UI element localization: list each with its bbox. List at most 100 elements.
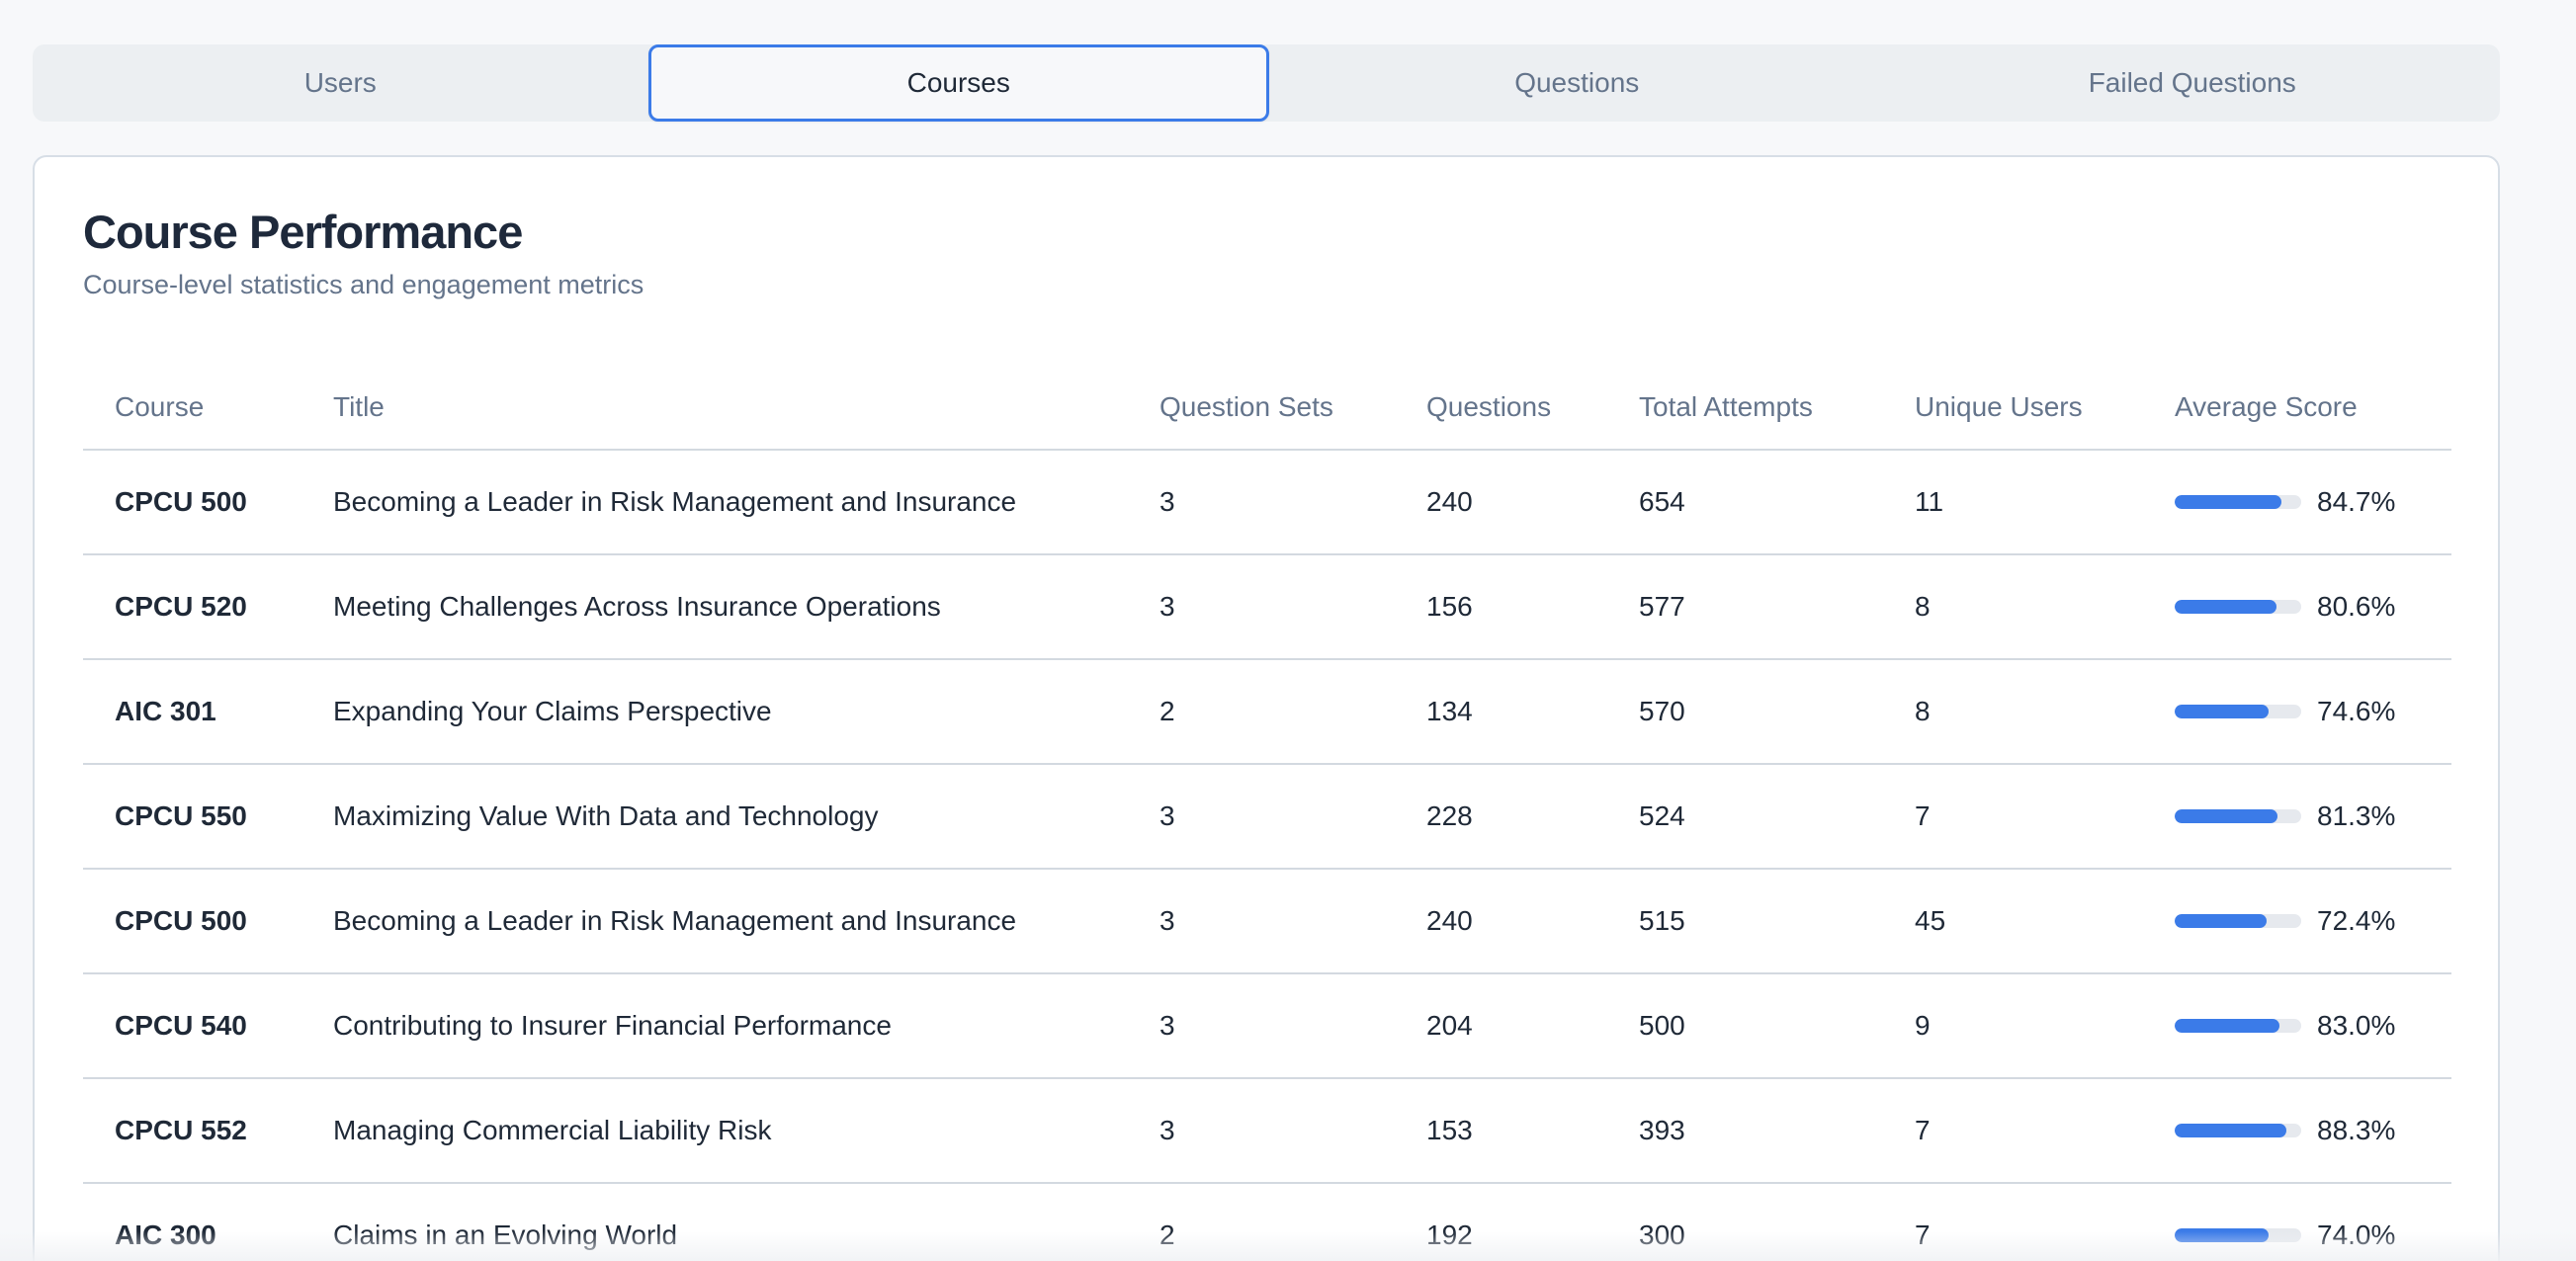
score-progress-fill [2175,495,2282,509]
column-header-course[interactable]: Course [83,366,301,451]
total-attempts-count: 300 [1607,1183,1883,1261]
table-row[interactable]: CPCU 500 Becoming a Leader in Risk Manage… [83,450,2451,555]
analytics-page: Users Courses Questions Failed Questions… [0,0,2576,1261]
score-wrap: 74.6% [2175,696,2451,727]
questions-count: 134 [1395,659,1607,765]
question-sets-count: 3 [1128,764,1395,870]
card-subtitle: Course-level statistics and engagement m… [83,270,644,299]
score-wrap: 80.6% [2175,591,2451,623]
average-score-cell: 88.3% [2143,1078,2451,1184]
table-header-row: Course Title Question Sets Questions Tot… [83,366,2451,451]
table-row[interactable]: CPCU 500 Becoming a Leader in Risk Manage… [83,869,2451,974]
column-header-questions[interactable]: Questions [1395,366,1607,451]
course-code: CPCU 540 [83,973,301,1079]
average-score-value: 74.0% [2317,1219,2396,1250]
score-wrap: 83.0% [2175,1010,2451,1042]
course-code: CPCU 550 [83,764,301,870]
average-score-cell: 81.3% [2143,764,2451,870]
total-attempts-count: 515 [1607,869,1883,974]
score-progress-bar [2175,809,2301,823]
question-sets-count: 3 [1128,450,1395,555]
average-score-value: 84.7% [2317,486,2396,517]
score-progress-fill [2175,809,2278,823]
tab-courses[interactable]: Courses [647,44,1269,122]
score-progress-fill [2175,1124,2287,1137]
score-progress-bar [2175,1124,2301,1137]
average-score-cell: 72.4% [2143,869,2451,974]
question-sets-count: 2 [1128,659,1395,765]
average-score-value: 81.3% [2317,800,2396,831]
question-sets-count: 3 [1128,1078,1395,1184]
course-code: AIC 300 [83,1183,301,1261]
column-header-average-score[interactable]: Average Score [2143,366,2451,451]
average-score-value: 72.4% [2317,905,2396,936]
questions-count: 204 [1395,973,1607,1079]
score-progress-bar [2175,1019,2301,1033]
question-sets-count: 3 [1128,869,1395,974]
unique-users-count: 7 [1883,1183,2143,1261]
score-progress-bar [2175,914,2301,928]
table-row[interactable]: CPCU 550 Maximizing Value With Data and T… [83,764,2451,870]
course-title: Maximizing Value With Data and Technolog… [301,764,1128,870]
course-code: CPCU 520 [83,554,301,660]
score-wrap: 74.0% [2175,1219,2451,1251]
tab-failed-questions[interactable]: Failed Questions [1885,44,2501,122]
score-progress-bar [2175,495,2301,509]
score-wrap: 88.3% [2175,1115,2451,1146]
unique-users-count: 45 [1883,869,2143,974]
course-title: Contributing to Insurer Financial Perfor… [301,973,1128,1079]
questions-count: 240 [1395,450,1607,555]
table-row[interactable]: AIC 300 Claims in an Evolving World 2 192 30… [83,1183,2451,1261]
course-performance-card: Course Performance Course-level statisti… [33,155,2500,1261]
course-title: Claims in an Evolving World [301,1183,1128,1261]
unique-users-count: 8 [1883,554,2143,660]
average-score-cell: 83.0% [2143,973,2451,1079]
score-progress-fill [2175,1228,2269,1242]
course-code: CPCU 552 [83,1078,301,1184]
questions-count: 153 [1395,1078,1607,1184]
average-score-value: 88.3% [2317,1115,2396,1145]
course-title: Meeting Challenges Across Insurance Oper… [301,554,1128,660]
unique-users-count: 7 [1883,764,2143,870]
course-title: Becoming a Leader in Risk Management and… [301,450,1128,555]
course-title: Becoming a Leader in Risk Management and… [301,869,1128,974]
course-title: Managing Commercial Liability Risk [301,1078,1128,1184]
questions-count: 228 [1395,764,1607,870]
question-sets-count: 3 [1128,554,1395,660]
tab-questions[interactable]: Questions [1269,44,1885,122]
column-header-title[interactable]: Title [301,366,1128,451]
questions-count: 240 [1395,869,1607,974]
unique-users-count: 8 [1883,659,2143,765]
total-attempts-count: 654 [1607,450,1883,555]
table-body: CPCU 500 Becoming a Leader in Risk Manage… [83,450,2451,1261]
score-progress-bar [2175,600,2301,614]
column-header-question-sets[interactable]: Question Sets [1128,366,1395,451]
average-score-value: 80.6% [2317,591,2396,622]
table-row[interactable]: CPCU 540 Contributing to Insurer Financia… [83,973,2451,1079]
average-score-value: 83.0% [2317,1010,2396,1041]
column-header-total-attempts[interactable]: Total Attempts [1607,366,1883,451]
average-score-cell: 74.0% [2143,1183,2451,1261]
tab-bar: Users Courses Questions Failed Questions [33,44,2500,122]
unique-users-count: 9 [1883,973,2143,1079]
column-header-unique-users[interactable]: Unique Users [1883,366,2143,451]
average-score-cell: 84.7% [2143,450,2451,555]
average-score-cell: 80.6% [2143,554,2451,660]
table-row[interactable]: AIC 301 Expanding Your Claims Perspective… [83,659,2451,765]
score-progress-fill [2175,914,2267,928]
table-row[interactable]: CPCU 552 Managing Commercial Liability Ri… [83,1078,2451,1184]
score-wrap: 81.3% [2175,800,2451,832]
table-row[interactable]: CPCU 520 Meeting Challenges Across Insura… [83,554,2451,660]
course-code: AIC 301 [83,659,301,765]
tab-users[interactable]: Users [33,44,648,122]
total-attempts-count: 393 [1607,1078,1883,1184]
score-wrap: 72.4% [2175,905,2451,937]
unique-users-count: 7 [1883,1078,2143,1184]
questions-count: 192 [1395,1183,1607,1261]
card-title: Course Performance [83,206,523,258]
average-score-cell: 74.6% [2143,659,2451,765]
course-code: CPCU 500 [83,869,301,974]
course-title: Expanding Your Claims Perspective [301,659,1128,765]
score-progress-fill [2175,705,2270,718]
questions-count: 156 [1395,554,1607,660]
